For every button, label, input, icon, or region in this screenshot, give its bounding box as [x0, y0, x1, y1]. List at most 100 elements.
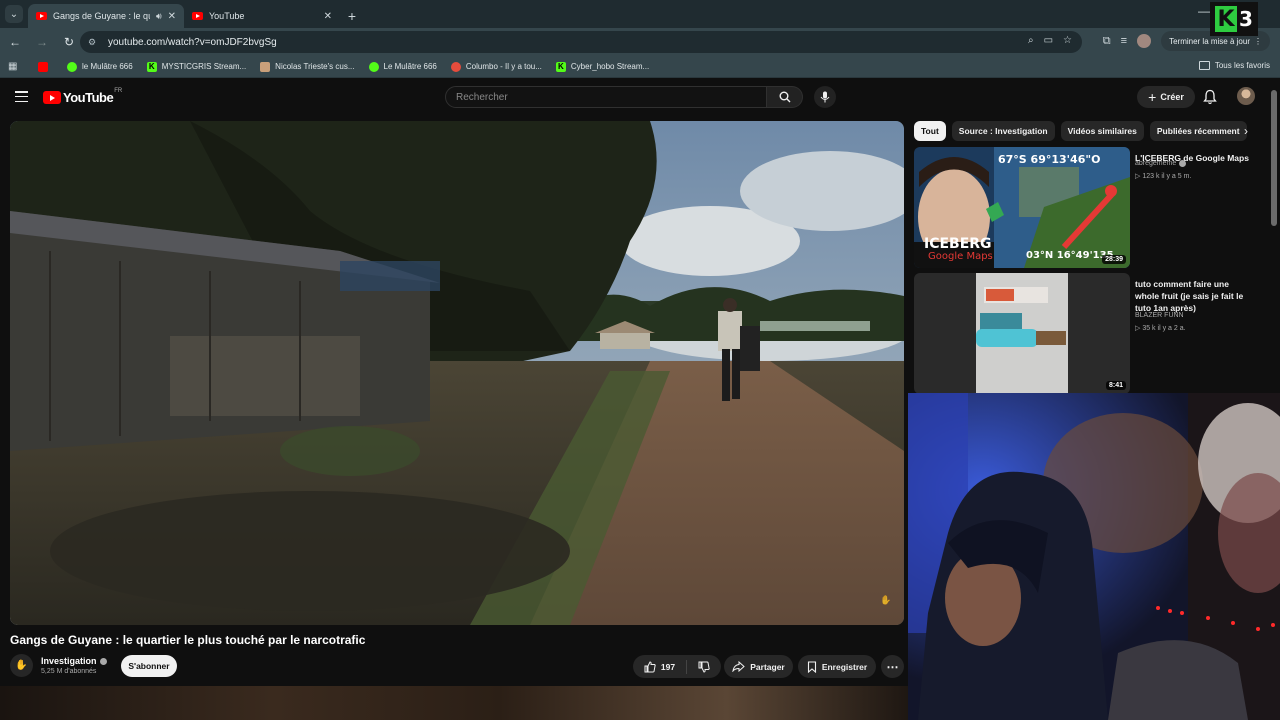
- notifications-bell-icon[interactable]: [1203, 89, 1217, 105]
- back-arrow-icon[interactable]: ←: [3, 30, 27, 54]
- minimize-icon[interactable]: —: [1198, 4, 1210, 18]
- bookmark-label: Le Mulâtre 666: [383, 62, 437, 71]
- all-bookmarks-label: Tous les favoris: [1214, 61, 1270, 70]
- chip-similar[interactable]: Vidéos similaires: [1060, 121, 1144, 141]
- tab-active-video[interactable]: Gangs de Guyane : le quartier 🔊︎ ✕: [28, 4, 184, 28]
- channel-name-link[interactable]: Investigation: [41, 656, 107, 666]
- search-button[interactable]: [767, 86, 803, 108]
- thumbnail-overlay-text-bottom: 03°N 16°49'135: [1026, 250, 1114, 261]
- kick-icon: K: [555, 61, 566, 72]
- channel-avatar[interactable]: ✋: [10, 654, 33, 677]
- recommendation-item[interactable]: 8:41 tuto comment faire une whole fruit …: [914, 273, 1264, 394]
- whole-fruit-thumbnail-art: [914, 273, 1130, 394]
- more-actions-button[interactable]: ⋯: [881, 655, 904, 678]
- bookmark-columbo[interactable]: Columbo - Il y a tou...: [450, 61, 542, 72]
- bookmark-cyber-hobo[interactable]: K Cyber_hobo Stream...: [555, 61, 650, 72]
- apps-grid-icon[interactable]: ▦: [8, 61, 20, 73]
- subscribe-button[interactable]: S'abonner: [121, 655, 177, 677]
- profile-avatar[interactable]: [1137, 34, 1152, 48]
- bookmark-mysticgris[interactable]: K MYSTICGRIS Stream...: [146, 61, 246, 72]
- search-icon: [779, 91, 790, 103]
- share-label: Partager: [750, 661, 785, 672]
- page-scrollbar[interactable]: [1271, 90, 1277, 226]
- share-button[interactable]: Partager: [724, 655, 793, 678]
- voice-search-button[interactable]: [814, 86, 836, 108]
- bookmark-nicolas-trieste[interactable]: Nicolas Trieste's cus...: [260, 61, 355, 72]
- bookmark-icon: [807, 660, 816, 673]
- url-text: youtube.com/watch?v=omJDF2bvgSg: [108, 36, 277, 48]
- divider: [686, 659, 688, 674]
- cast-icon[interactable]: ▭: [1044, 35, 1053, 46]
- zoom-icon[interactable]: ⌕: [1028, 35, 1034, 46]
- chevron-down-icon: ⌄: [5, 5, 23, 23]
- bookmark-youtube[interactable]: [38, 61, 53, 72]
- recommendation-channel-link[interactable]: BLAZER FUNN: [1135, 312, 1184, 319]
- recommendation-item[interactable]: 67°S 69°13'46"O ICEBERG Google Maps 03°N…: [914, 147, 1264, 268]
- more-horiz-icon: ⋯: [886, 659, 899, 674]
- stream-overlay-logo: K 3: [1210, 2, 1258, 36]
- thumbnail-overlay-text-sub: Google Maps: [928, 251, 993, 262]
- close-icon[interactable]: ✕: [324, 11, 332, 22]
- chevron-right-icon[interactable]: ›: [1238, 121, 1254, 141]
- bookmarks-bar: ▦ le Mulâtre 666 K MYSTICGRIS Stream... N…: [0, 56, 1280, 78]
- chip-all[interactable]: Tout: [914, 121, 946, 141]
- close-icon[interactable]: ✕: [168, 11, 176, 22]
- upload-age: il y a 2 a.: [1157, 325, 1186, 332]
- site-info-icon[interactable]: ⚙: [88, 37, 100, 48]
- kick-play-icon: [368, 61, 379, 72]
- search-placeholder: Rechercher: [456, 91, 508, 103]
- chip-source[interactable]: Source : Investigation: [951, 121, 1055, 141]
- share-icon: [732, 661, 745, 672]
- view-count: 35 k: [1142, 325, 1156, 332]
- subscriber-count: 5,25 M d'abonnés: [41, 668, 97, 675]
- recommendation-channel: abregememe: [1135, 160, 1177, 167]
- video-title: Gangs de Guyane : le quartier le plus to…: [10, 633, 366, 647]
- omnibox-actions: ⌕ ▭ ☆: [1028, 35, 1072, 46]
- bookmark-le-mulatre[interactable]: le Mulâtre 666: [67, 61, 133, 72]
- star-icon[interactable]: ☆: [1063, 35, 1072, 46]
- tab-search-button[interactable]: ⌄: [0, 0, 28, 28]
- recommendation-meta: ▷ 123 k il y a 5 m.: [1135, 172, 1191, 180]
- channel-name: Investigation: [41, 656, 97, 666]
- recommendation-channel-link[interactable]: abregememe: [1135, 160, 1187, 167]
- video-player[interactable]: ✋: [10, 121, 904, 625]
- like-button[interactable]: 197: [644, 660, 675, 673]
- save-button[interactable]: Enregistrer: [798, 655, 876, 678]
- webcam-background-strip: [0, 686, 908, 720]
- extensions-icon[interactable]: ⧉: [1103, 35, 1111, 48]
- create-button[interactable]: + Créer: [1137, 86, 1195, 108]
- browser-tab-bar: ⌄ Gangs de Guyane : le quartier 🔊︎ ✕ You…: [0, 0, 1280, 28]
- channel-watermark-icon[interactable]: ✋: [880, 595, 891, 605]
- reading-list-icon[interactable]: ≡: [1121, 35, 1127, 47]
- youtube-logo[interactable]: YouTube FR: [43, 88, 123, 105]
- recommendation-meta: ▷ 35 k il y a 2 a.: [1135, 324, 1186, 332]
- bookmark-le-mulatre-2[interactable]: Le Mulâtre 666: [368, 61, 437, 72]
- video-thumbnail[interactable]: 67°S 69°13'46"O ICEBERG Google Maps 03°N…: [914, 147, 1130, 268]
- search-input[interactable]: Rechercher: [445, 86, 767, 108]
- kick-logo-icon: K: [1215, 6, 1238, 32]
- like-dislike-group: 197: [633, 655, 721, 678]
- tab-title: YouTube: [209, 11, 245, 21]
- bookmark-label: Cyber_hobo Stream...: [570, 62, 650, 71]
- kick-play-icon: [67, 61, 77, 72]
- new-tab-button[interactable]: +: [340, 4, 364, 28]
- reload-icon[interactable]: ↻: [57, 30, 81, 54]
- thumbs-down-icon[interactable]: [698, 661, 710, 673]
- webcam-frame: [908, 393, 1280, 720]
- browser-toolbar: ← → ↻ ⚙ youtube.com/watch?v=omJDF2bvgSg …: [0, 28, 1280, 56]
- logo-region: FR: [114, 88, 123, 94]
- account-avatar[interactable]: [1237, 87, 1255, 105]
- speaker-icon[interactable]: 🔊︎: [156, 11, 162, 22]
- forward-arrow-icon[interactable]: →: [30, 30, 54, 54]
- chip-recent[interactable]: Publiées récemment: [1149, 121, 1247, 141]
- tab-youtube[interactable]: YouTube ✕: [184, 4, 340, 28]
- filter-chips: Tout Source : Investigation Vidéos simil…: [914, 121, 1247, 141]
- menu-icon[interactable]: [15, 91, 28, 102]
- update-label: Terminer la mise à jour: [1169, 36, 1250, 46]
- youtube-masthead: YouTube FR Rechercher + Créer: [0, 79, 1280, 115]
- all-bookmarks-button[interactable]: Tous les favoris: [1198, 61, 1270, 70]
- tab-title: Gangs de Guyane : le quartier: [53, 11, 150, 21]
- address-bar[interactable]: ⚙ youtube.com/watch?v=omJDF2bvgSg ⌕ ▭ ☆: [80, 31, 1082, 53]
- video-thumbnail[interactable]: 8:41: [914, 273, 1130, 394]
- recommendation-title[interactable]: tuto comment faire une whole fruit (je s…: [1135, 278, 1255, 314]
